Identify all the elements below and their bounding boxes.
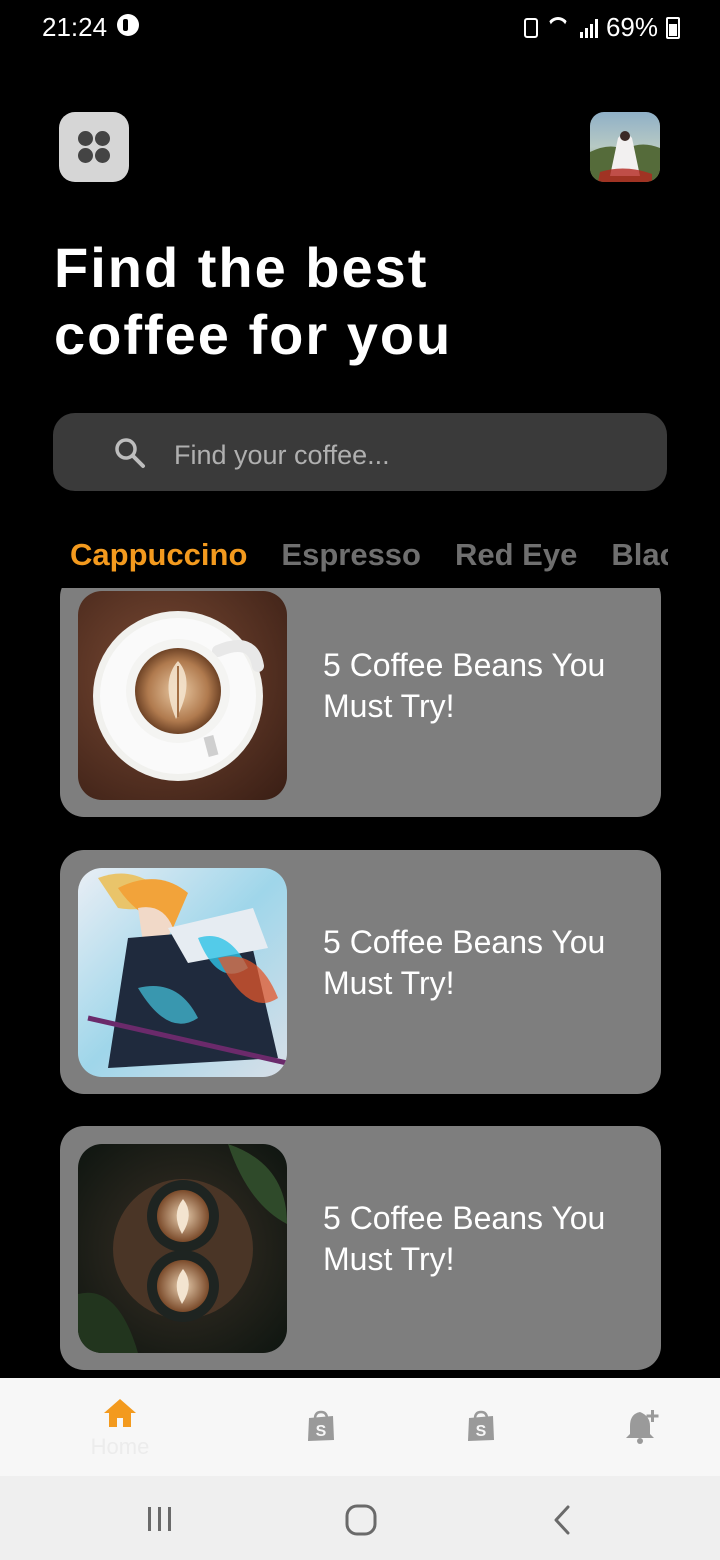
page-headline: Find the best coffee for you bbox=[54, 234, 452, 368]
recent-apps-button[interactable] bbox=[110, 1476, 210, 1560]
grid-menu-dot bbox=[95, 131, 110, 146]
nav-shop-1[interactable]: S bbox=[260, 1378, 380, 1476]
search-input[interactable] bbox=[172, 435, 616, 475]
status-time: 21:24 bbox=[42, 12, 108, 42]
coffee-card[interactable]: 5 Coffee Beans You Must Try! bbox=[60, 588, 661, 817]
status-icons: 69% bbox=[523, 12, 680, 43]
coffee-list: 5 Coffee Beans You Must Try! 5 Coffee Be… bbox=[60, 588, 661, 1378]
signal-icon bbox=[579, 18, 598, 38]
svg-text:S: S bbox=[316, 1423, 327, 1440]
recent-apps-icon bbox=[148, 1507, 171, 1531]
notification-add-icon bbox=[626, 1410, 659, 1444]
home-square-icon bbox=[345, 1504, 377, 1536]
system-nav-bar bbox=[0, 1476, 720, 1560]
nav-shop-2[interactable]: S bbox=[420, 1378, 540, 1476]
category-tabs: Cappuccino Espresso Red Eye Black Coffee bbox=[70, 530, 668, 580]
back-chevron-icon bbox=[554, 1505, 570, 1535]
home-icon bbox=[104, 1399, 136, 1427]
grid-menu-icon bbox=[78, 131, 93, 146]
card-title: 5 Coffee Beans You Must Try! bbox=[323, 924, 606, 1001]
tab-red-eye[interactable]: Red Eye bbox=[455, 530, 577, 580]
battery-percent: 69% bbox=[605, 12, 658, 42]
bottom-nav: Home S S bbox=[0, 1378, 720, 1476]
battery-icon bbox=[666, 16, 680, 39]
search-icon bbox=[115, 438, 145, 468]
tab-espresso[interactable]: Espresso bbox=[281, 530, 421, 580]
anime-character-artwork bbox=[78, 868, 287, 1077]
card-title: 5 Coffee Beans You Must Try! bbox=[323, 647, 606, 724]
profile-avatar[interactable] bbox=[590, 112, 660, 182]
svg-text:S: S bbox=[476, 1423, 487, 1440]
latte-art-cup-photo bbox=[78, 591, 287, 800]
nav-notifications[interactable] bbox=[580, 1378, 700, 1476]
grid-menu-dot bbox=[78, 148, 93, 163]
home-system-button[interactable] bbox=[310, 1476, 410, 1560]
nav-home-label: Home bbox=[90, 1434, 150, 1459]
battery-saver-icon bbox=[523, 17, 538, 38]
tab-black-coffee[interactable]: Black Coffee bbox=[611, 530, 668, 580]
shopping-bag-icon: S bbox=[308, 1410, 334, 1441]
notification-app-icon bbox=[117, 14, 139, 36]
card-title: 5 Coffee Beans You Must Try! bbox=[323, 1200, 606, 1277]
tab-cappuccino[interactable]: Cappuccino bbox=[70, 530, 247, 580]
wifi-icon bbox=[546, 17, 572, 39]
status-bar: 21:24 69% bbox=[0, 0, 720, 56]
coffee-card[interactable]: 5 Coffee Beans You Must Try! bbox=[60, 850, 661, 1094]
two-latte-cups-photo bbox=[78, 1144, 287, 1353]
headline-line-2: coffee for you bbox=[54, 303, 453, 366]
back-button[interactable] bbox=[512, 1476, 612, 1560]
grid-menu-button[interactable] bbox=[59, 112, 129, 182]
nav-home[interactable]: Home bbox=[60, 1378, 180, 1476]
headline-line-1: Find the best bbox=[54, 236, 429, 299]
coffee-card[interactable]: 5 Coffee Beans You Must Try! bbox=[60, 1126, 661, 1370]
grid-menu-dot bbox=[95, 148, 110, 163]
shopping-bag-icon: S bbox=[468, 1410, 494, 1441]
